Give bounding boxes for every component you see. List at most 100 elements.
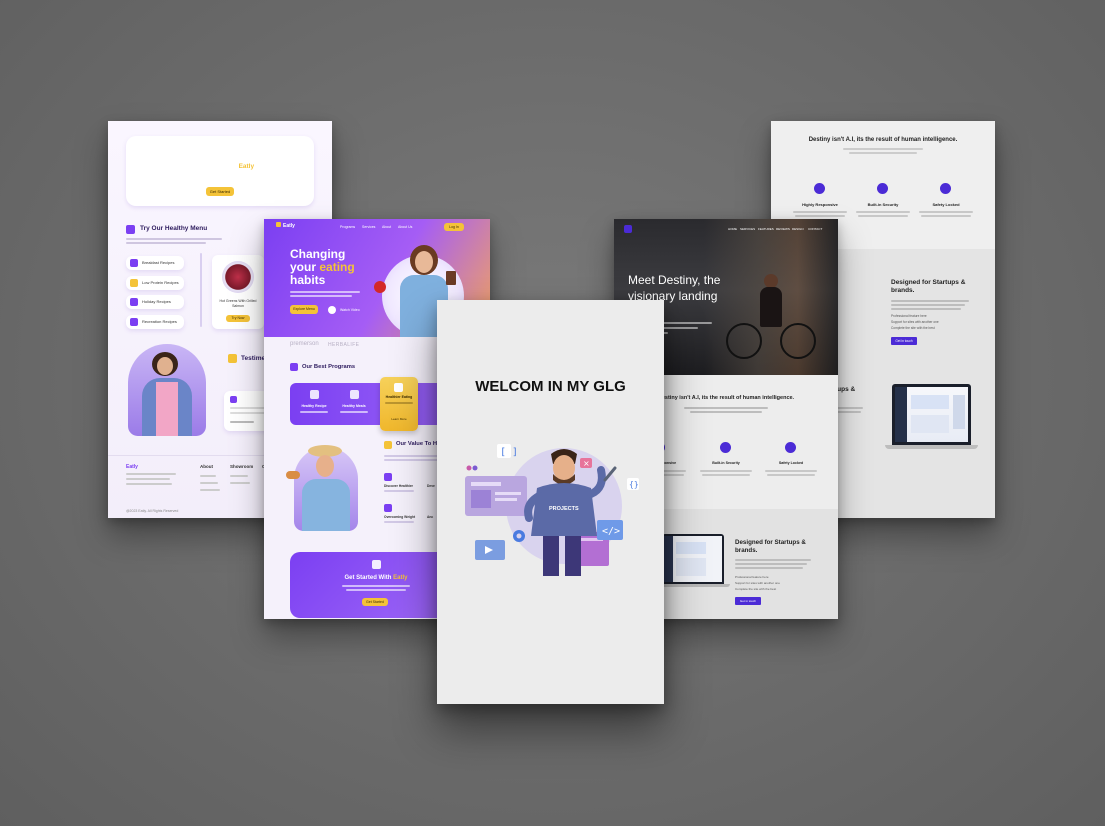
menu-icon <box>126 225 135 234</box>
footer-col-heading: About <box>200 464 213 469</box>
menu-item[interactable]: Recreation Recipes <box>126 315 184 329</box>
dashboard-chart <box>911 395 949 409</box>
holiday-icon <box>130 298 138 306</box>
nav-contact[interactable]: CONTACT <box>808 227 822 231</box>
chocolate-bar <box>446 271 456 285</box>
bike-wheel <box>780 323 816 359</box>
testimonial-photo <box>128 344 206 436</box>
nav-services[interactable]: Services <box>362 225 375 229</box>
startup-list-item: Professional feature here <box>891 314 927 318</box>
login-button[interactable]: Log In <box>444 223 464 231</box>
dashboard-sidebar <box>895 387 907 442</box>
get-in-touch-button[interactable]: Get in touch <box>891 337 917 345</box>
apple-icon <box>374 281 386 293</box>
play-icon[interactable] <box>328 306 336 314</box>
program-card-featured[interactable]: Healthier Eating Learn More <box>380 377 418 431</box>
feature-title: Safety Locked <box>778 461 804 465</box>
dish-try-button[interactable]: Try Now <box>226 315 250 322</box>
brand-name: Eatly <box>283 223 295 229</box>
dashboard-sidebar <box>664 536 673 582</box>
hero-headline-line: Changing <box>290 247 346 261</box>
partner-logo: premerson <box>290 341 319 347</box>
learn-more-link[interactable]: Learn More <box>380 417 418 421</box>
cta-button[interactable]: Get Started <box>206 187 234 196</box>
nav-services[interactable]: SERVICES <box>740 227 755 231</box>
cta-text-line <box>186 179 254 181</box>
nav-reviews[interactable]: REVIEWS <box>776 227 790 231</box>
footer-link[interactable] <box>230 482 250 484</box>
nav-features[interactable]: FEATURES <box>758 227 774 231</box>
security-icon <box>720 442 731 453</box>
dish-image <box>222 261 254 293</box>
menu-item[interactable]: Low Protein Recipes <box>126 276 184 290</box>
feature-title: Highly Responsive <box>802 202 838 207</box>
scroll-track[interactable] <box>200 253 202 327</box>
startup-line <box>891 308 961 310</box>
brand-logo[interactable]: Eatly <box>276 222 295 229</box>
footer-link[interactable] <box>230 475 248 477</box>
value-heading: Our Value To H <box>396 441 438 447</box>
hero-title-line: Meet Destiny, the <box>628 273 721 287</box>
value-icon <box>384 441 392 449</box>
footer-link[interactable] <box>200 475 216 477</box>
close-icon: × <box>583 459 590 468</box>
program-line <box>340 411 368 413</box>
startup-line <box>735 563 807 565</box>
cta-title-brand: Eatly <box>393 575 408 581</box>
section-line <box>690 411 762 413</box>
startup-heading: Designed for Startups & <box>735 539 806 546</box>
program-line <box>300 411 328 413</box>
gear-hole <box>516 533 522 539</box>
logo-icon <box>214 147 223 156</box>
laptop-screen <box>892 384 971 445</box>
feature-line <box>793 211 847 213</box>
menu-item[interactable]: Breakfast Recipes <box>126 256 184 270</box>
person-leg <box>565 536 581 576</box>
cta-text-line <box>180 174 260 176</box>
menu-item-label: Low Protein Recipes <box>142 280 179 285</box>
nav-home[interactable]: HOME <box>728 227 737 231</box>
dish-card[interactable]: Hot Greens With Grilled Salmon Try Now <box>212 255 264 329</box>
protein-icon <box>130 279 138 287</box>
startup-line <box>835 407 863 409</box>
person-shirt <box>156 382 178 436</box>
explore-button[interactable]: Explore Menu <box>290 305 318 314</box>
cta-text-line <box>342 585 410 587</box>
startup-line <box>891 300 969 302</box>
get-in-touch-button[interactable]: Get in touch <box>735 597 761 605</box>
hero-headline-accent: eating <box>319 260 355 274</box>
footer-link[interactable] <box>200 489 220 491</box>
meals-icon <box>350 390 359 399</box>
program-title: Healthier Eating <box>385 395 413 399</box>
menu-item[interactable]: Holiday Recipes <box>126 295 184 309</box>
startup-list-item: Complete the site with the best <box>735 587 777 591</box>
dashboard-panel <box>953 395 965 429</box>
footer-link[interactable] <box>200 482 218 484</box>
footer-line <box>126 473 176 475</box>
destiny-logo-icon[interactable] <box>624 225 632 233</box>
cta-button[interactable]: Get Started <box>362 598 388 606</box>
window-line <box>495 498 517 501</box>
laptop-base <box>885 445 978 449</box>
feature-line <box>919 211 973 213</box>
code-tag-icon: </> <box>602 526 620 537</box>
logo-icon <box>372 560 381 569</box>
hero-headline-line: your eating <box>290 260 355 274</box>
nav-about[interactable]: About <box>382 225 391 229</box>
nav-about-us[interactable]: About Us <box>398 225 412 229</box>
decor-dot <box>466 465 472 471</box>
startup-list-item: Professional feature here <box>735 575 769 579</box>
partner-logo: HERBALIFE <box>328 342 360 348</box>
window-line <box>495 492 521 495</box>
startup-list-item: Complete the site with the best <box>891 326 935 330</box>
nav-programs[interactable]: Programs <box>340 225 355 229</box>
nav-design[interactable]: DESIGN <box>792 227 804 231</box>
value-title: Anc <box>427 515 434 519</box>
footer-line <box>126 478 170 480</box>
footer-brand[interactable]: Eatly <box>126 464 138 470</box>
dashboard-table <box>911 415 949 433</box>
watch-video-link[interactable]: Watch Video <box>340 308 360 312</box>
window-block <box>471 490 491 508</box>
section-subtitle-line <box>843 148 923 150</box>
startup-heading: Designed for Startups & <box>891 279 966 286</box>
